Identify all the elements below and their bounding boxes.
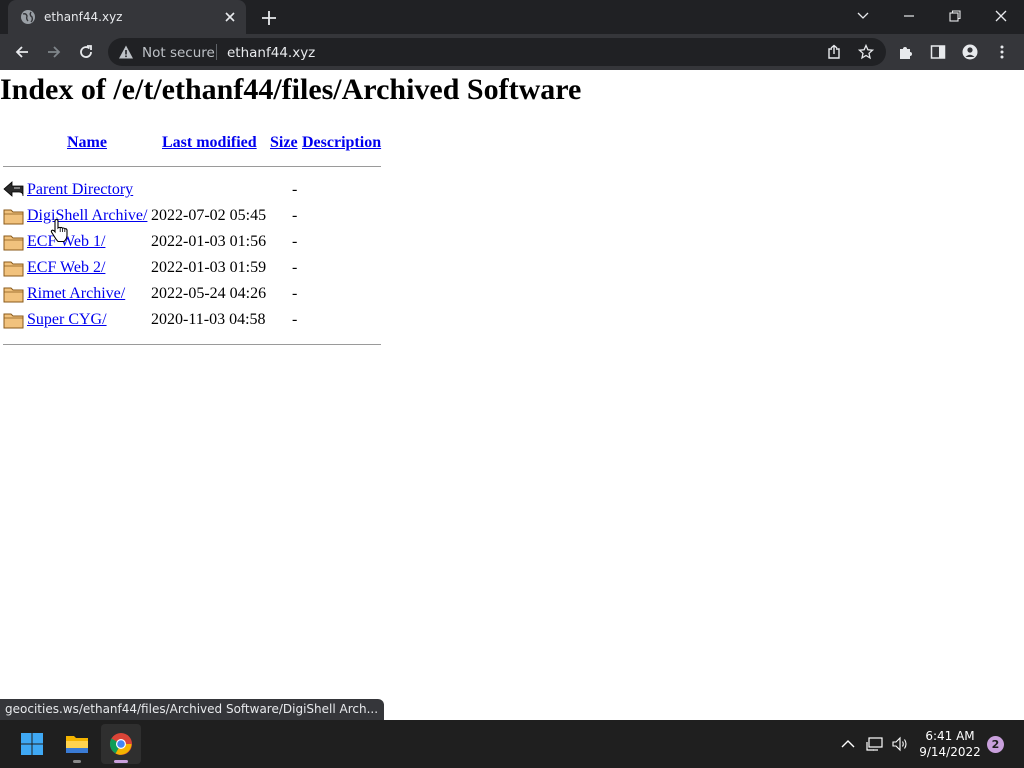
omnibox-divider [216,44,217,60]
row-link[interactable]: Super CYG/ [27,311,107,329]
profile-icon [962,44,978,60]
active-indicator [114,760,128,763]
browser-tab[interactable]: ethanf44.xyz [8,0,246,34]
tab-title: ethanf44.xyz [44,10,123,24]
row-size: - [292,311,298,328]
puzzle-icon [900,47,912,59]
star-icon[interactable] [858,44,874,60]
minimize-button[interactable] [895,4,923,28]
row-link[interactable]: DigiShell Archive/ [27,207,147,225]
table-row: Rimet Archive/ 2022-05-24 04:26 - [0,282,400,306]
extensions-button[interactable] [894,40,918,64]
clock-date: 9/14/2022 [919,745,981,759]
network-icon[interactable] [866,736,884,752]
row-modified: 2020-11-03 04:58 [151,311,266,328]
hand-cursor-icon [50,219,68,243]
page-content: Index of /e/t/ethanf44/files/Archived So… [0,70,1024,720]
close-window-button[interactable] [987,4,1015,28]
browser-toolbar: Not secure ethanf44.xyz [0,34,1024,70]
row-link[interactable]: Parent Directory [27,181,133,199]
restore-icon [949,10,961,22]
header-divider [3,166,381,167]
folder-icon [66,736,88,753]
folder-icon [3,313,24,329]
system-clock[interactable]: 6:41 AM 9/14/2022 [914,728,986,760]
chrome-icon [109,733,132,755]
tab-strip: ethanf44.xyz [0,0,1024,34]
notification-badge[interactable]: 2 [987,736,1004,753]
volume-icon[interactable] [891,736,909,752]
file-explorer-button[interactable] [57,724,97,764]
row-modified: 2022-01-03 01:56 [151,233,267,250]
globe-icon [21,10,35,24]
row-size: - [292,233,298,250]
page-title: Index of /e/t/ethanf44/files/Archived So… [0,73,582,106]
back-button[interactable] [10,40,34,64]
close-icon [995,10,1007,22]
row-size: - [292,259,298,276]
forward-button[interactable] [42,40,66,64]
url-text[interactable]: ethanf44.xyz [227,45,315,61]
back-arrow-icon [3,181,24,197]
warning-icon[interactable] [118,44,134,60]
folder-icon [3,235,24,251]
row-link[interactable]: Rimet Archive/ [27,285,125,303]
side-panel-icon [930,45,946,59]
row-size: - [292,181,298,198]
folder-icon [3,261,24,277]
column-header-description[interactable]: Description [302,134,381,152]
start-button[interactable] [12,724,52,764]
column-header-last-modified[interactable]: Last modified [162,134,257,152]
row-size: - [292,207,298,224]
footer-divider [3,344,381,345]
reload-button[interactable] [74,40,98,64]
row-link[interactable]: ECF Web 2/ [27,259,105,277]
clock-time: 6:41 AM [925,729,975,743]
row-modified: 2022-01-03 01:59 [151,259,267,276]
close-tab-icon[interactable] [222,9,238,25]
restore-button[interactable] [941,4,969,28]
row-modified: 2022-05-24 04:26 [151,285,267,302]
folder-icon [3,287,24,303]
arrow-left-icon [15,46,28,58]
more-vertical-icon [1000,45,1004,59]
column-header-size[interactable]: Size [270,134,298,152]
chevron-up-icon[interactable] [839,736,857,752]
reload-icon [80,45,92,58]
link-status-bubble: geocities.ws/ethanf44/files/Archived Sof… [0,699,385,720]
windows-logo-icon [21,733,43,755]
new-tab-icon[interactable] [258,7,280,29]
security-label[interactable]: Not secure [142,45,215,61]
minimize-icon [904,15,914,17]
windows-taskbar: 6:41 AM 9/14/2022 2 [0,720,1024,768]
row-size: - [292,285,298,302]
column-header-name[interactable]: Name [67,134,107,152]
arrow-right-icon [48,46,61,58]
folder-icon [3,209,24,225]
profile-button[interactable] [958,40,982,64]
chevron-down-icon [857,12,869,19]
share-icon[interactable] [826,44,842,60]
row-modified: 2022-07-02 05:45 [151,207,267,224]
side-panel-button[interactable] [926,40,950,64]
menu-button[interactable] [990,40,1014,64]
address-bar[interactable]: Not secure ethanf44.xyz [108,38,886,66]
table-row: Super CYG/ 2020-11-03 04:58 - [0,308,400,332]
table-row: ECF Web 2/ 2022-01-03 01:59 - [0,256,400,280]
table-row: Parent Directory - [0,178,400,202]
running-indicator [73,760,81,763]
chrome-taskbar-button[interactable] [101,724,141,764]
tab-search-button[interactable] [849,4,877,28]
